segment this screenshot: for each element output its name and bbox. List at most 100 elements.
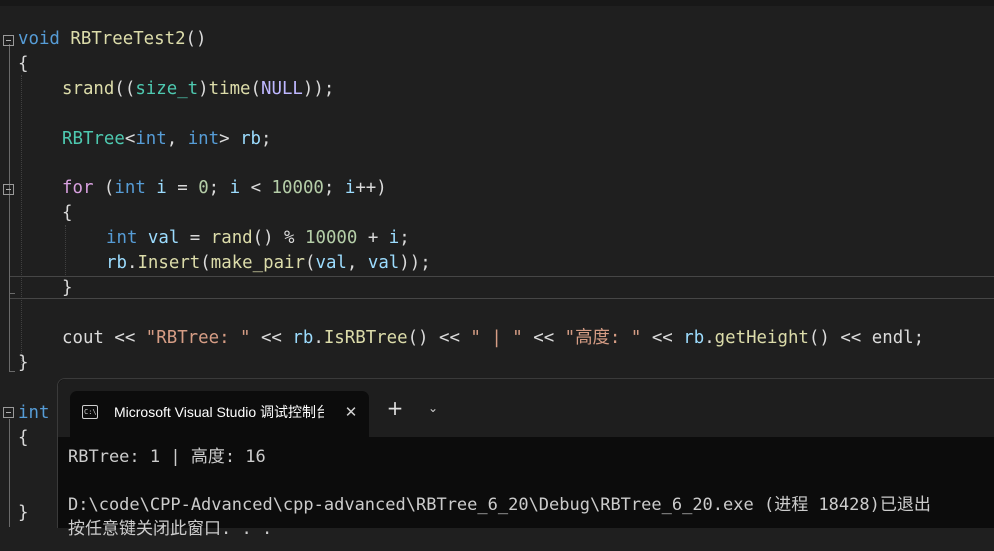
code-line-11[interactable]: } <box>0 276 72 301</box>
code-line-7[interactable]: for (int i = 0; i < 10000; i++) <box>0 176 387 201</box>
code-line-9[interactable]: int val = rand() % 10000 + i; <box>0 226 410 251</box>
punct: () % <box>252 228 305 248</box>
punct: (( <box>114 79 136 99</box>
open-brace: { <box>62 203 73 223</box>
string-literal: "高度: " <box>564 328 642 348</box>
close-tab-icon[interactable]: ✕ <box>340 401 362 423</box>
punct: . <box>126 253 138 273</box>
op: << <box>428 328 471 348</box>
kw-void: void <box>18 29 60 49</box>
new-tab-button[interactable]: + <box>384 397 406 419</box>
code-line-1[interactable]: void RBTreeTest2() <box>0 27 207 52</box>
indent-guide-2 <box>65 225 66 275</box>
punct: ; <box>208 178 230 198</box>
method-isrbtree: IsRBTree <box>323 328 408 348</box>
string-literal: " | " <box>470 328 523 348</box>
fn-srand: srand <box>62 79 115 99</box>
terminal-output-line-2: D:\code\CPP-Advanced\cpp-advanced\RBTree… <box>68 495 931 515</box>
kw-int: int <box>106 228 138 248</box>
close-brace: } <box>62 278 73 298</box>
chevron-down-icon[interactable]: ⌄ <box>422 397 444 419</box>
var-val: val <box>315 253 347 273</box>
close-brace: } <box>18 503 29 523</box>
fn-name: RBTreeTest2 <box>70 29 186 49</box>
indent-guide-1 <box>21 75 22 365</box>
punct: . <box>313 328 324 348</box>
punct: ; <box>261 129 272 149</box>
var-i: i <box>388 228 400 248</box>
method-getheight: getHeight <box>714 328 809 348</box>
punct: + <box>357 228 389 248</box>
punct: ; <box>913 328 925 348</box>
num: 10000 <box>305 228 358 248</box>
type-size-t: size_t <box>135 79 199 99</box>
string-literal: "RBTree: " <box>145 328 251 348</box>
punct: )); <box>399 253 431 273</box>
code-line-10[interactable]: rb.Insert(make_pair(val, val)); <box>0 251 431 276</box>
punct: ) <box>198 79 209 99</box>
op: << <box>829 328 872 348</box>
punct: < <box>240 178 272 198</box>
code-line-17[interactable]: { <box>0 426 28 451</box>
var-rb: rb <box>292 328 314 348</box>
fn-make-pair: make_pair <box>210 253 305 273</box>
kw-int: int <box>187 129 220 149</box>
id-cout: cout <box>62 328 104 348</box>
kw-int: int <box>114 178 146 198</box>
punct: ; <box>399 228 410 248</box>
op: << <box>522 328 565 348</box>
id-endl: endl <box>871 328 914 348</box>
close-brace: } <box>18 353 29 373</box>
var-i: i <box>229 178 241 198</box>
console-icon: C:\ <box>82 405 98 419</box>
code-line-2[interactable]: { <box>0 52 28 77</box>
var-i: i <box>156 178 167 198</box>
open-brace: { <box>18 428 29 448</box>
var-i: i <box>344 178 356 198</box>
var-rb: rb <box>106 253 127 273</box>
punct: < <box>124 129 136 149</box>
punct: > <box>219 129 230 149</box>
punct: = <box>179 228 211 248</box>
fn-time: time <box>208 79 251 99</box>
num: 0 <box>198 178 209 198</box>
editor-top-strip <box>0 0 994 6</box>
terminal-tab[interactable]: C:\ Microsoft Visual Studio 调试控制台 ✕ <box>70 391 369 437</box>
code-line-14[interactable]: } <box>0 351 28 376</box>
code-line-3[interactable]: srand((size_t)time(NULL)); <box>0 77 334 102</box>
tab-title: Microsoft Visual Studio 调试控制台 <box>114 404 324 420</box>
kw-for: for <box>62 178 94 198</box>
type-rbtree: RBTree <box>62 129 125 149</box>
punct: ++) <box>355 178 387 198</box>
var-val: val <box>147 228 180 248</box>
code-line-20[interactable]: } <box>0 501 28 526</box>
punct: = <box>166 178 199 198</box>
terminal-output-line-1: RBTree: 1 | 高度: 16 <box>68 447 266 467</box>
debug-console-window[interactable]: C:\ Microsoft Visual Studio 调试控制台 ✕ + ⌄ … <box>57 378 994 539</box>
open-brace: { <box>18 54 29 74</box>
punct: ( <box>304 253 316 273</box>
punct: . <box>704 328 715 348</box>
code-line-5[interactable]: RBTree<int, int> rb; <box>0 127 272 152</box>
punct: ( <box>200 253 211 273</box>
op: << <box>103 328 146 348</box>
var-rb: rb <box>683 328 705 348</box>
punct: ( <box>93 178 115 198</box>
code-line-13[interactable]: cout << "RBTree: " << rb.IsRBTree() << "… <box>0 326 924 351</box>
code-line-16[interactable]: int <box>0 401 49 426</box>
punct: () <box>407 328 429 348</box>
var-rb: rb <box>240 129 262 149</box>
current-line-highlight <box>10 276 994 299</box>
punct: ( <box>250 79 261 99</box>
var-val: val <box>367 253 400 273</box>
punct: )); <box>302 79 335 99</box>
fn-rand: rand <box>210 228 253 248</box>
terminal-tab-bar: C:\ Microsoft Visual Studio 调试控制台 ✕ + ⌄ <box>58 379 994 437</box>
kw-int: int <box>135 129 167 149</box>
macro-null: NULL <box>261 79 303 99</box>
code-line-8[interactable]: { <box>0 201 72 226</box>
punct: () <box>808 328 830 348</box>
kw-int: int <box>18 403 50 423</box>
